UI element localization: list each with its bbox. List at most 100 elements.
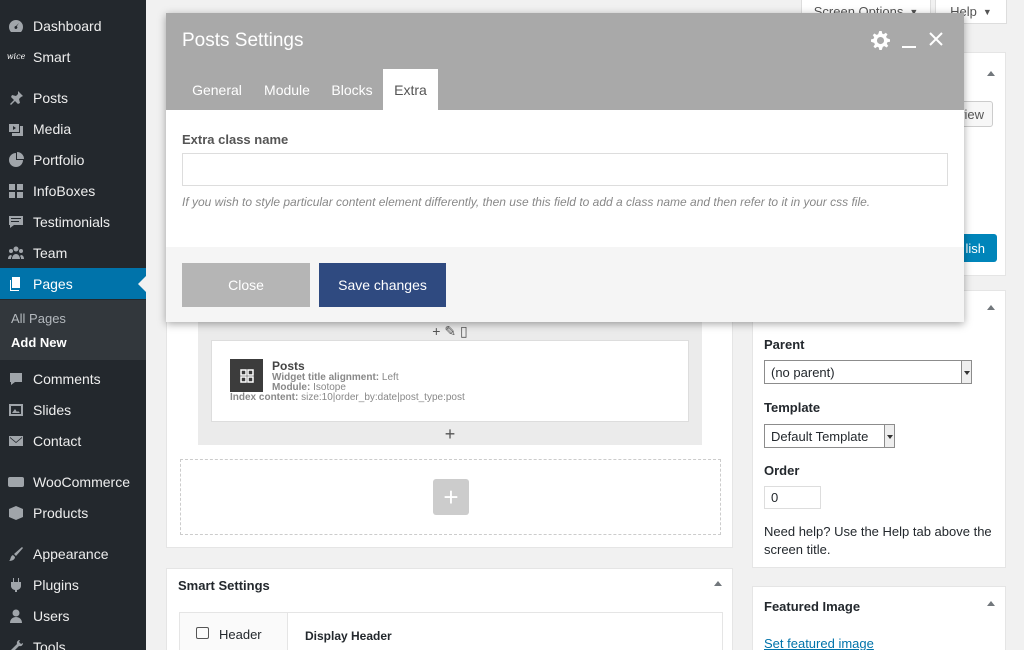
help-text: Need help? Use the Help tab above the sc… <box>764 524 992 557</box>
comments-icon <box>8 371 24 387</box>
sidebar-item-comments[interactable]: Comments <box>0 363 146 394</box>
sidebar-item-users[interactable]: Users <box>0 600 146 631</box>
page-attributes-panel: Parent (no parent) Template Default Temp… <box>752 290 1006 568</box>
pages-submenu: All Pages Add New <box>0 300 146 360</box>
order-label: Order <box>764 463 800 478</box>
sidebar-item-label: Testimonials <box>33 213 111 230</box>
tab-extra[interactable]: Extra <box>383 69 438 110</box>
mail-icon <box>8 433 24 449</box>
submenu-add-new[interactable]: Add New <box>11 335 67 350</box>
sidebar-item-label: Team <box>33 244 68 261</box>
sidebar-item-media[interactable]: Media <box>0 113 146 144</box>
add-row-zone[interactable]: + <box>180 459 721 535</box>
products-icon <box>8 505 24 521</box>
slides-icon <box>8 402 24 418</box>
parent-select[interactable]: (no parent) <box>764 360 972 384</box>
sidebar-item-posts[interactable]: Posts <box>0 82 146 113</box>
featured-image-title: Featured Image <box>764 599 861 614</box>
grid-icon <box>230 359 263 392</box>
sidebar-item-testimonials[interactable]: Testimonials <box>0 206 146 237</box>
builder-row: + ✎ ▯ Posts Widget title alignment: Left… <box>198 319 702 445</box>
extra-class-label: Extra class name <box>182 132 289 147</box>
trash-icon[interactable]: ▯ <box>460 323 468 339</box>
parent-label: Parent <box>764 337 805 352</box>
template-label: Template <box>764 400 821 415</box>
sidebar-item-label: Tools <box>33 638 66 650</box>
order-input[interactable]: 0 <box>764 486 821 509</box>
tab-module[interactable]: Module <box>256 69 318 110</box>
select-arrow-icon <box>884 425 894 447</box>
close-button[interactable]: Close <box>182 263 310 307</box>
sidebar-item-appearance[interactable]: Appearance <box>0 538 146 569</box>
portfolio-icon <box>8 151 24 168</box>
close-icon[interactable] <box>928 31 944 50</box>
sidebar-item-portfolio[interactable]: Portfolio <box>0 144 146 175</box>
sidebar-item-slides[interactable]: Slides <box>0 394 146 425</box>
sidebar-item-label: Contact <box>33 432 82 449</box>
smart-logo-icon: wice <box>6 52 26 61</box>
add-row-icon[interactable]: + <box>433 479 469 515</box>
template-select[interactable]: Default Template <box>764 424 895 448</box>
collapse-toggle-icon[interactable] <box>987 305 995 310</box>
collapse-toggle-icon[interactable] <box>714 581 722 586</box>
sidebar-item-label: Plugins <box>33 576 79 593</box>
sidebar-item-team[interactable]: Team <box>0 237 146 268</box>
element-detail-3: Index content: size:10|order_by:date|pos… <box>230 393 465 403</box>
edit-icon[interactable]: ✎ <box>444 323 456 339</box>
tab-general[interactable]: General <box>182 69 252 110</box>
tools-icon <box>8 639 24 650</box>
tab-header-label: Header <box>219 627 262 642</box>
pages-icon <box>8 276 24 292</box>
sidebar-item-contact[interactable]: Contact <box>0 425 146 456</box>
gear-icon[interactable] <box>871 31 890 53</box>
brush-icon <box>8 546 24 562</box>
sidebar-item-smart[interactable]: wice Smart <box>0 41 146 72</box>
sidebar-item-label: Pages <box>33 275 73 292</box>
display-header-title: Display Header <box>305 629 392 643</box>
sidebar-item-tools[interactable]: Tools <box>0 631 146 650</box>
order-input-value: 0 <box>771 490 779 505</box>
sidebar-item-dashboard[interactable]: Dashboard <box>0 10 146 41</box>
save-changes-button[interactable]: Save changes <box>319 263 446 307</box>
team-icon <box>8 245 24 261</box>
sidebar-item-label: Portfolio <box>33 151 85 168</box>
sidebar-item-label: Smart <box>33 48 71 65</box>
submenu-all-pages[interactable]: All Pages <box>11 311 66 326</box>
modal-header: Posts Settings General Module Blocks Ext… <box>166 13 964 110</box>
select-arrow-icon <box>961 361 971 383</box>
add-icon[interactable]: + <box>432 323 440 339</box>
sidebar-item-products[interactable]: Products <box>0 497 146 528</box>
sidebar-item-label: Users <box>33 607 70 624</box>
detail-value: Left <box>381 372 399 383</box>
collapse-toggle-icon[interactable] <box>987 71 995 76</box>
detail-key: Index content: <box>230 392 299 403</box>
page-builder-box: + ✎ ▯ Posts Widget title alignment: Left… <box>166 290 733 548</box>
add-element-icon[interactable]: + <box>198 424 702 445</box>
detail-value: size:10|order_by:date|post_type:post <box>301 392 465 403</box>
posts-element[interactable]: Posts Widget title alignment: Left Modul… <box>211 340 689 422</box>
minimize-icon[interactable] <box>902 46 916 48</box>
tab-blocks[interactable]: Blocks <box>326 69 378 110</box>
sidebar-item-infoboxes[interactable]: InfoBoxes <box>0 175 146 206</box>
sidebar-item-label: Posts <box>33 89 69 106</box>
modal-footer: Close Save changes <box>166 247 964 322</box>
media-icon <box>8 121 24 137</box>
tab-header[interactable]: Header <box>180 613 288 650</box>
sidebar-item-plugins[interactable]: Plugins <box>0 569 146 600</box>
collapse-toggle-icon[interactable] <box>987 601 995 606</box>
sidebar-item-label: Products <box>33 504 89 521</box>
extra-class-input[interactable] <box>182 153 948 186</box>
sidebar-item-label: Dashboard <box>33 17 102 34</box>
row-controls: + ✎ ▯ <box>198 323 702 340</box>
set-featured-image-link[interactable]: Set featured image <box>764 636 874 650</box>
modal-title: Posts Settings <box>182 30 304 51</box>
extra-class-help: If you wish to style particular content … <box>182 195 871 209</box>
sidebar-item-label: Comments <box>33 370 101 387</box>
posts-settings-modal: Posts Settings General Module Blocks Ext… <box>166 13 964 322</box>
settings-table: Header Display Header <box>179 612 723 650</box>
users-icon <box>8 608 24 624</box>
sidebar-item-woocommerce[interactable]: WooCommerce <box>0 466 146 497</box>
template-select-value: Default Template <box>771 428 869 444</box>
sidebar-item-label: Appearance <box>33 545 109 562</box>
sidebar-item-pages[interactable]: Pages <box>0 268 146 299</box>
